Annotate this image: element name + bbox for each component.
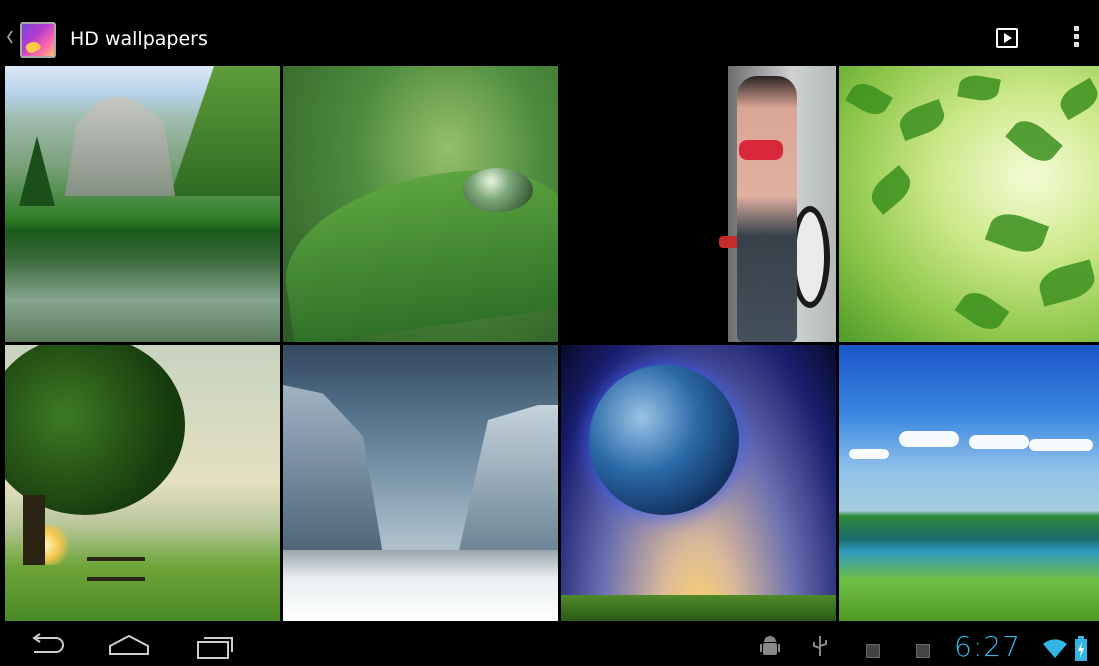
system-navigation-bar (0, 624, 1099, 666)
wallpaper-thumbnail-planet[interactable] (561, 345, 836, 621)
slideshow-icon[interactable] (996, 28, 1018, 48)
android-debug-icon (760, 636, 780, 655)
hd-wallpapers-app-icon[interactable] (20, 22, 56, 58)
up-caret-icon[interactable] (6, 30, 14, 44)
wallpaper-thumbnail-tree-sunset[interactable] (5, 345, 280, 621)
wallpaper-thumbnail-water-drop-leaf[interactable] (283, 66, 558, 342)
wallpaper-grid (5, 66, 1099, 622)
notification-icon-1 (866, 644, 880, 658)
action-bar: HD wallpapers (0, 0, 1099, 66)
recent-apps-icon[interactable] (190, 630, 240, 662)
home-icon[interactable] (104, 630, 154, 662)
wifi-icon (1043, 639, 1067, 658)
wallpaper-thumbnail-woman[interactable] (561, 66, 836, 342)
wallpaper-thumbnail-landscape[interactable] (839, 345, 1099, 621)
back-icon[interactable] (22, 630, 72, 662)
wallpaper-thumbnail-waterfall-lake[interactable] (5, 66, 280, 342)
wallpaper-thumbnail-icebergs[interactable] (283, 345, 558, 621)
status-clock: 6:27 (954, 630, 1021, 663)
battery-charging-icon (1075, 636, 1087, 661)
wallpaper-thumbnail-green-leaves[interactable] (839, 66, 1099, 342)
app-title: HD wallpapers (70, 28, 208, 50)
overflow-menu-icon[interactable] (1066, 24, 1086, 52)
notification-icon-2 (916, 644, 930, 658)
usb-icon (813, 636, 827, 656)
